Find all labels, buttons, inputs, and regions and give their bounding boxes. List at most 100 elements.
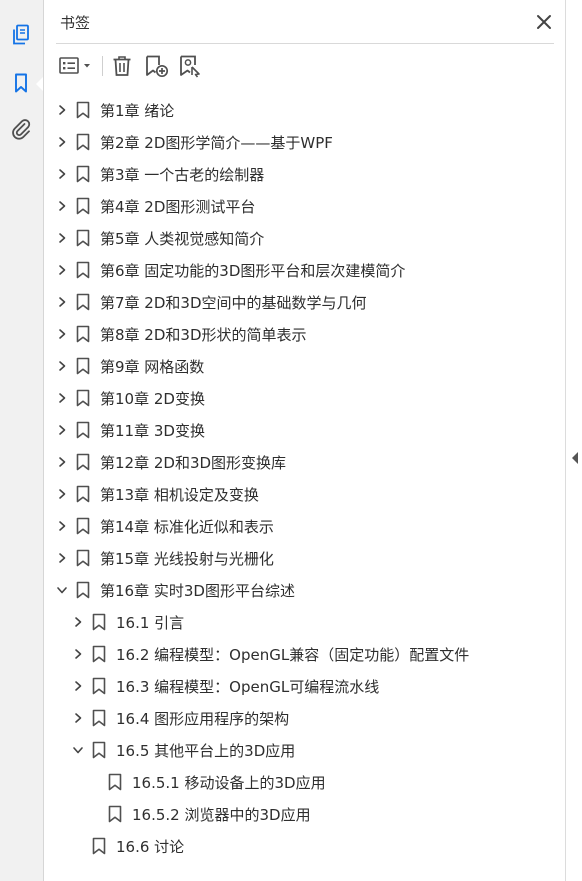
chevron-right-icon[interactable] [54,134,70,150]
chevron-right-icon[interactable] [54,550,70,566]
bookmark-row[interactable]: 第13章 相机设定及变换 [54,478,259,510]
bookmark-row[interactable]: 第12章 2D和3D图形变换库 [54,446,286,478]
bookmark-row[interactable]: 第1章 绪论 [54,94,174,126]
bookmark-row[interactable]: 第7章 2D和3D空间中的基础数学与几何 [54,286,367,318]
bookmark-row[interactable]: 第9章 网格函数 [54,350,204,382]
bookmark-row[interactable]: 第2章 2D图形学简介——基于WPF [54,126,333,158]
chevron-right-icon[interactable] [54,262,70,278]
chevron-right-icon[interactable] [54,166,70,182]
bookmark-label: 第13章 相机设定及变换 [100,485,259,504]
bookmark-label: 第1章 绪论 [100,101,175,120]
chevron-right-icon[interactable] [54,518,70,534]
new-bookmark-from-structure-button[interactable] [178,52,204,80]
bookmark-row[interactable]: 16.5 其他平台上的3D应用 [70,734,295,766]
chevron-down-icon[interactable] [70,742,86,758]
new-bookmark-icon [146,55,169,78]
chevron-right-icon[interactable] [54,454,70,470]
bookmark-icon [74,292,92,312]
bookmark-icon [74,516,92,536]
new-bookmark-button[interactable] [144,52,170,80]
bookmark-row[interactable]: 第14章 标准化近似和表示 [54,510,274,542]
bookmark-row[interactable]: 16.5.1 移动设备上的3D应用 [86,766,326,798]
bookmark-row[interactable]: 16.5.2 浏览器中的3D应用 [86,798,311,830]
bookmark-label: 第14章 标准化近似和表示 [100,517,274,536]
chevron-down-icon[interactable] [54,582,70,598]
delete-icon [113,56,131,76]
bookmark-row[interactable]: 第11章 3D变换 [54,414,205,446]
bookmark-row[interactable]: 第5章 人类视觉感知简介 [54,222,264,254]
options-menu-button[interactable] [58,52,96,80]
chevron-right-icon[interactable] [70,614,86,630]
bookmark-row[interactable]: 第15章 光线投射与光栅化 [54,542,274,574]
close-panel-button[interactable] [534,12,554,32]
bookmark-icon [74,484,92,504]
bookmark-icon [106,772,124,792]
bookmark-row[interactable]: 第10章 2D变换 [54,382,205,414]
attachments-button[interactable] [6,114,36,144]
panel-title: 书签 [60,14,91,32]
active-rail-pointer [36,77,43,91]
bookmark-row[interactable]: 第6章 固定功能的3D图形平台和层次建模简介 [54,254,405,286]
pages-button[interactable] [6,20,36,50]
bookmarks-button[interactable] [6,68,36,98]
bookmark-row[interactable]: 第4章 2D图形测试平台 [54,190,255,222]
chevron-right-icon[interactable] [54,294,70,310]
bookmark-icon [90,836,108,856]
panel-header: 书签 [44,0,566,44]
bookmark-label: 第5章 人类视觉感知简介 [100,229,265,248]
bookmark-icon [74,420,92,440]
bookmark-label: 第6章 固定功能的3D图形平台和层次建模简介 [100,261,406,280]
bookmark-label: 16.5 其他平台上的3D应用 [116,741,296,760]
chevron-right-icon[interactable] [70,646,86,662]
bookmark-label: 第2章 2D图形学简介——基于WPF [100,133,333,152]
bookmark-row[interactable]: 第16章 实时3D图形平台综述 [54,574,295,606]
bookmark-icon [74,356,92,376]
chevron-right-icon[interactable] [70,710,86,726]
chevron-right-icon[interactable] [54,422,70,438]
bookmark-row[interactable]: 16.6 讨论 [70,830,184,862]
chevron-right-icon[interactable] [54,486,70,502]
bookmark-label: 第10章 2D变换 [100,389,205,408]
new-bookmark-from-structure-icon [180,55,200,78]
bookmark-row[interactable]: 16.2 编程模型：OpenGL兼容（固定功能）配置文件 [70,638,469,670]
bookmark-label: 第15章 光线投射与光栅化 [100,549,274,568]
bookmark-icon [90,676,108,696]
bookmark-row[interactable]: 16.1 引言 [70,606,184,638]
bookmark-icon [74,324,92,344]
chevron-right-icon[interactable] [70,678,86,694]
bookmark-icon [74,452,92,472]
attachments-icon [12,119,31,140]
chevron-right-icon[interactable] [54,390,70,406]
bookmark-row[interactable]: 16.4 图形应用程序的架构 [70,702,289,734]
bookmarks-panel: 书签 第1章 绪论 第2章 2D图形学简介——基于WPF 第3章 一个古老的绘制… [44,0,566,881]
header-divider [56,43,554,44]
bookmark-label: 16.6 讨论 [116,837,185,856]
bookmark-icon [90,612,108,632]
bookmark-label: 第11章 3D变换 [100,421,205,440]
bookmark-icon [74,228,92,248]
options-menu-icon [59,57,90,74]
chevron-right-icon[interactable] [54,102,70,118]
delete-bookmark-button[interactable] [110,52,134,80]
chevron-right-icon[interactable] [54,230,70,246]
bookmark-label: 第8章 2D和3D形状的简单表示 [100,325,307,344]
bookmark-icon [74,388,92,408]
bookmark-icon [106,804,124,824]
chevron-right-icon[interactable] [54,326,70,342]
bookmark-label: 16.5.1 移动设备上的3D应用 [132,773,326,792]
chevron-right-icon[interactable] [54,358,70,374]
bookmark-row[interactable]: 第8章 2D和3D形状的简单表示 [54,318,307,350]
bookmark-icon [74,132,92,152]
navigation-rail [0,0,44,881]
bookmark-row[interactable]: 第3章 一个古老的绘制器 [54,158,264,190]
chevron-right-icon[interactable] [54,198,70,214]
toolbar-separator [102,56,103,76]
bookmark-label: 16.2 编程模型：OpenGL兼容（固定功能）配置文件 [116,645,470,664]
close-icon [537,15,551,29]
bookmark-label: 16.5.2 浏览器中的3D应用 [132,805,311,824]
collapse-panel-handle[interactable] [572,452,578,464]
bookmark-row[interactable]: 16.3 编程模型：OpenGL可编程流水线 [70,670,379,702]
